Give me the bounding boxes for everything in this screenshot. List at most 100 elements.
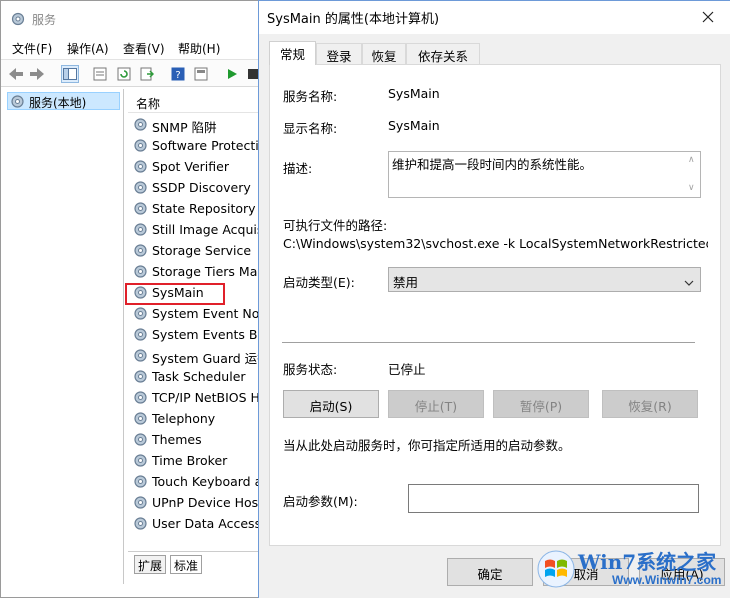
service-name: System Events Bro	[152, 327, 263, 342]
service-row[interactable]: User Data Access_	[132, 513, 263, 534]
service-row[interactable]: Storage Tiers Man	[132, 261, 263, 282]
description-box[interactable]: 维护和提高一段时间内的系统性能。 ∧ ∨	[388, 151, 701, 198]
divider	[282, 342, 695, 343]
menu-bar: 文件(F) 操作(A) 查看(V) 帮助(H)	[1, 37, 261, 57]
gear-icon	[133, 180, 148, 198]
resume-button[interactable]: 恢复(R)	[602, 390, 698, 418]
gear-icon	[133, 117, 148, 135]
description-text: 维护和提高一段时间内的系统性能。	[392, 157, 593, 172]
description-scrollbar[interactable]: ∧ ∨	[684, 152, 700, 197]
service-row[interactable]: State Repository S	[132, 198, 263, 219]
exe-path-label: 可执行文件的路径:	[283, 218, 388, 233]
dialog-title: SysMain 的属性(本地计算机)	[267, 12, 440, 27]
services-gear-icon	[10, 11, 26, 30]
gear-icon	[133, 411, 148, 429]
service-status-label: 服务状态:	[283, 362, 338, 377]
service-name: Touch Keyboard a	[152, 474, 263, 489]
windows-logo-icon	[536, 549, 576, 592]
service-status-value: 已停止	[388, 362, 426, 377]
tab-logon[interactable]: 登录	[316, 43, 362, 64]
service-row[interactable]: TCP/IP NetBIOS H	[132, 387, 263, 408]
tree-node-services-local[interactable]: 服务(本地)	[7, 92, 120, 110]
service-row[interactable]: Themes	[132, 429, 263, 450]
export-list-icon[interactable]	[138, 65, 156, 83]
service-name: SNMP 陷阱	[152, 120, 217, 135]
services-window-title: 服务	[32, 13, 57, 27]
service-name: Time Broker	[152, 453, 228, 468]
watermark-brand: Win7系统之家	[578, 550, 717, 574]
service-row[interactable]: Touch Keyboard a	[132, 471, 263, 492]
pause-button[interactable]: 暂停(P)	[493, 390, 589, 418]
refresh-icon[interactable]	[115, 65, 133, 83]
service-row[interactable]: System Events Bro	[132, 324, 263, 345]
service-row[interactable]: System Guard 运行	[132, 345, 263, 366]
startup-type-label: 启动类型(E):	[283, 275, 355, 290]
back-arrow-icon[interactable]	[7, 65, 25, 83]
menu-action[interactable]: 操作(A)	[67, 40, 109, 57]
svg-text:?: ?	[175, 70, 180, 81]
service-name: TCP/IP NetBIOS H	[152, 390, 260, 405]
scroll-down-icon[interactable]: ∨	[688, 183, 695, 193]
gear-icon	[133, 348, 148, 366]
startup-type-select[interactable]: 禁用	[388, 267, 701, 292]
watermark: Win7系统之家 Www.Winwin7.com	[534, 545, 726, 595]
menu-file[interactable]: 文件(F)	[12, 40, 52, 57]
gear-icon	[133, 474, 148, 492]
tab-dependencies[interactable]: 依存关系	[406, 43, 480, 64]
tab-recovery[interactable]: 恢复	[362, 43, 406, 64]
column-header-name[interactable]: 名称	[128, 91, 263, 113]
service-name: System Guard 运行	[152, 351, 263, 366]
service-row[interactable]: SSDP Discovery	[132, 177, 263, 198]
chevron-down-icon	[684, 275, 694, 289]
gear-icon	[133, 264, 148, 282]
gear-icon	[133, 453, 148, 471]
service-name: Software Protectio	[152, 138, 263, 153]
service-row[interactable]: Task Scheduler	[132, 366, 263, 387]
service-row[interactable]: Software Protectio	[132, 135, 263, 156]
start-params-input[interactable]	[408, 484, 699, 513]
service-row[interactable]: Still Image Acquisi	[132, 219, 263, 240]
tab-general[interactable]: 常规	[269, 41, 316, 65]
service-name: State Repository S	[152, 201, 263, 216]
service-row[interactable]: Storage Service	[132, 240, 263, 261]
menu-help[interactable]: 帮助(H)	[178, 40, 220, 57]
tab-extended[interactable]: 扩展	[134, 555, 167, 574]
stop-button[interactable]: 停止(T)	[388, 390, 484, 418]
service-name: Storage Tiers Man	[152, 264, 263, 279]
gear-icon	[133, 327, 148, 345]
start-service-icon[interactable]	[223, 65, 241, 83]
help-icon[interactable]: ?	[169, 65, 187, 83]
ok-button[interactable]: 确定	[447, 558, 533, 586]
dialog-titlebar: SysMain 的属性(本地计算机)	[259, 1, 730, 34]
start-params-hint: 当从此处启动服务时，你可指定所适用的启动参数。	[283, 438, 571, 453]
gear-icon	[133, 369, 148, 387]
menu-view[interactable]: 查看(V)	[123, 40, 165, 57]
close-icon	[702, 11, 714, 22]
gear-icon	[133, 159, 148, 177]
start-button[interactable]: 启动(S)	[283, 390, 379, 418]
dialog-tabs: 常规 登录 恢复 依存关系	[269, 41, 721, 65]
show-pane-icon[interactable]	[192, 65, 210, 83]
gear-icon	[133, 243, 148, 261]
service-name: User Data Access_	[152, 516, 263, 531]
close-button[interactable]	[685, 1, 730, 32]
column-header-label: 名称	[136, 97, 161, 111]
service-name: Telephony	[152, 411, 216, 426]
service-row[interactable]: UPnP Device Host	[132, 492, 263, 513]
show-tree-icon[interactable]	[61, 65, 79, 83]
service-name: Storage Service	[152, 243, 252, 258]
service-row[interactable]: Telephony	[132, 408, 263, 429]
display-name-value: SysMain	[388, 118, 440, 133]
service-name: Themes	[152, 432, 202, 447]
service-row[interactable]: Spot Verifier	[132, 156, 263, 177]
tab-standard[interactable]: 标准	[170, 555, 203, 574]
service-row[interactable]: Time Broker	[132, 450, 263, 471]
properties-sheet-icon[interactable]	[91, 65, 109, 83]
scroll-up-icon[interactable]: ∧	[688, 155, 695, 165]
service-name-label: 服务名称:	[283, 89, 338, 104]
service-row[interactable]: System Event Noti	[132, 303, 263, 324]
display-name-label: 显示名称:	[283, 121, 338, 136]
forward-arrow-icon[interactable]	[28, 65, 46, 83]
properties-dialog: SysMain 的属性(本地计算机) 常规 登录 恢复 依存关系 服务名称: S…	[258, 0, 730, 598]
service-row[interactable]: SNMP 陷阱	[132, 114, 263, 135]
